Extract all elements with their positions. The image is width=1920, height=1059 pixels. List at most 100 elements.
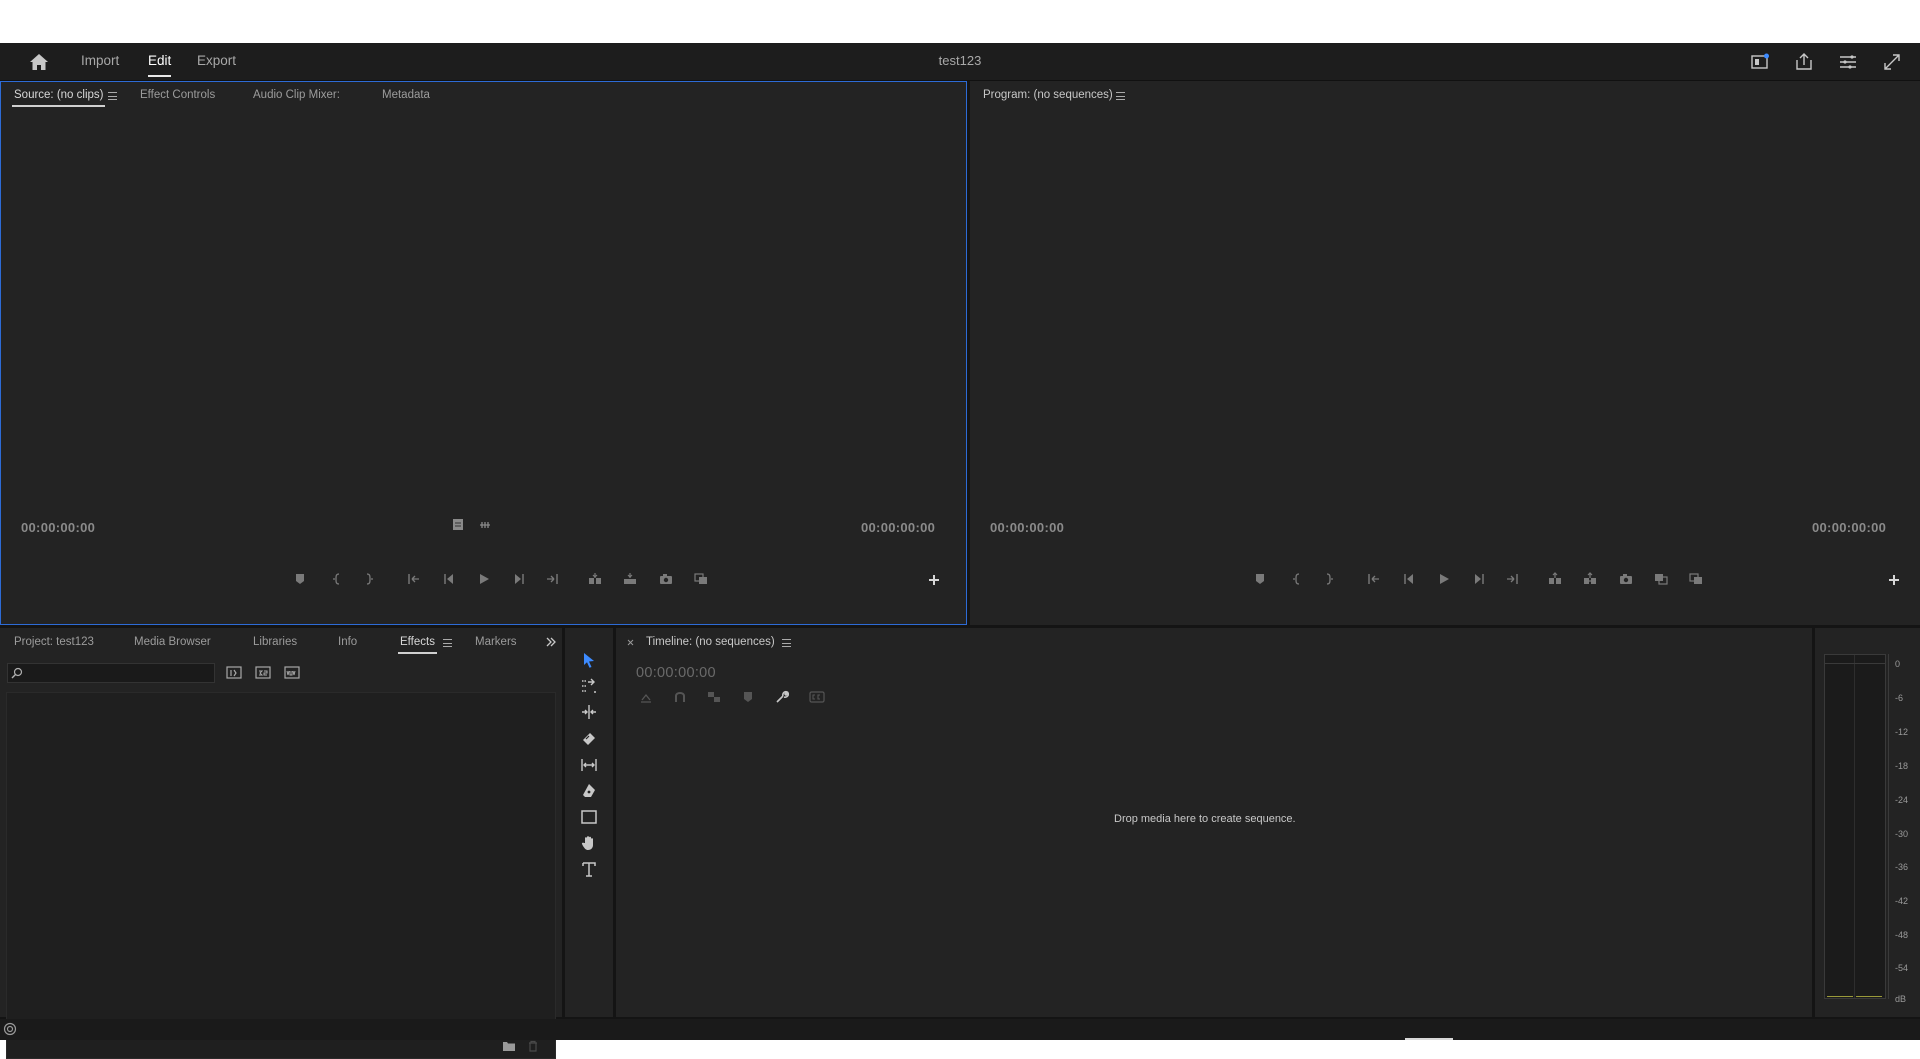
tab-import[interactable]: Import — [81, 53, 119, 68]
wrench-icon[interactable] — [775, 690, 789, 704]
tab-media-browser[interactable]: Media Browser — [134, 636, 211, 648]
type-tool-icon[interactable] — [580, 860, 598, 878]
tab-audio-clip-mixer[interactable]: Audio Clip Mixer: — [253, 89, 340, 101]
db-tick: 0 — [1895, 659, 1901, 669]
home-icon[interactable] — [28, 52, 50, 72]
db-tick: -36 — [1895, 862, 1909, 872]
db-tick: -6 — [1895, 693, 1904, 703]
audio-meter-panel: 0 -6 -12 -18 -24 -30 -36 -42 -48 -54 dB — [1815, 628, 1920, 1017]
hand-tool-icon[interactable] — [580, 834, 598, 852]
track-select-tool-icon[interactable] — [580, 677, 598, 695]
tab-project[interactable]: Project: test123 — [14, 636, 94, 648]
lift-icon[interactable] — [1548, 572, 1562, 586]
workspaces-icon[interactable] — [1749, 51, 1771, 73]
tab-markers[interactable]: Markers — [475, 636, 517, 648]
drag-video-audio-icon[interactable] — [478, 519, 492, 531]
comparison-view-icon[interactable] — [1654, 572, 1668, 586]
tab-effect-controls[interactable]: Effect Controls — [140, 89, 215, 101]
yuv-effects-icon[interactable] — [284, 665, 300, 679]
tab-source[interactable]: Source: (no clips) — [11, 89, 106, 107]
export-frame-icon[interactable] — [659, 572, 673, 586]
insert-icon[interactable] — [588, 572, 602, 586]
comparison-view-icon[interactable] — [694, 572, 708, 586]
top-bar: Import Edit Export test123 — [0, 43, 1920, 81]
new-bin-icon[interactable] — [502, 1040, 516, 1052]
mark-out-icon[interactable] — [1322, 572, 1336, 586]
more-panels-icon[interactable] — [545, 636, 557, 648]
tab-program[interactable]: Program: (no sequences) — [983, 89, 1113, 101]
play-icon[interactable] — [477, 572, 491, 586]
close-icon[interactable] — [627, 639, 634, 646]
search-icon — [11, 667, 23, 679]
panel-menu-icon[interactable] — [1837, 51, 1859, 73]
source-panel-tabs: Source: (no clips) Effect Controls Audio… — [0, 81, 967, 109]
add-marker-icon[interactable] — [741, 690, 755, 704]
proxy-toggle-icon[interactable] — [1689, 572, 1703, 586]
db-tick: -42 — [1895, 896, 1909, 906]
program-duration-timecode: 00:00:00:00 — [1812, 520, 1887, 535]
snap-icon[interactable] — [673, 690, 687, 704]
selection-tool-icon[interactable] — [580, 651, 598, 669]
step-forward-icon[interactable] — [1472, 572, 1486, 586]
32-bit-effects-icon[interactable] — [255, 665, 271, 679]
rectangle-tool-icon[interactable] — [580, 808, 598, 826]
overwrite-icon[interactable] — [623, 572, 637, 586]
timeline-menu-icon[interactable] — [782, 639, 791, 647]
tab-libraries[interactable]: Libraries — [253, 636, 297, 648]
insert-nest-icon[interactable] — [639, 690, 653, 704]
step-forward-icon[interactable] — [512, 572, 526, 586]
program-playhead-timecode[interactable]: 00:00:00:00 — [990, 520, 1064, 535]
effects-menu-icon[interactable] — [443, 639, 452, 647]
db-tick: -30 — [1895, 829, 1909, 839]
play-icon[interactable] — [1437, 572, 1451, 586]
ripple-edit-tool-icon[interactable] — [580, 703, 598, 721]
fullscreen-icon[interactable] — [1881, 51, 1903, 73]
db-tick: -24 — [1895, 795, 1909, 805]
program-menu-icon[interactable] — [1116, 92, 1125, 100]
razor-tool-icon[interactable] — [580, 730, 598, 748]
project-title: test123 — [938, 53, 982, 68]
button-editor-plus-icon[interactable] — [927, 573, 941, 587]
tab-info[interactable]: Info — [338, 636, 357, 648]
captions-icon[interactable] — [809, 690, 825, 704]
pen-tool-icon[interactable] — [580, 782, 598, 800]
effects-list[interactable] — [6, 692, 556, 1059]
timeline-timecode[interactable]: 00:00:00:00 — [636, 665, 716, 681]
accelerated-effects-icon[interactable] — [226, 665, 242, 679]
tab-timeline[interactable]: Timeline: (no sequences) — [646, 636, 775, 648]
go-to-out-icon[interactable] — [1505, 572, 1519, 586]
step-back-icon[interactable] — [442, 572, 456, 586]
trash-icon[interactable] — [527, 1040, 539, 1052]
tab-metadata[interactable]: Metadata — [382, 89, 430, 101]
project-panel: Project: test123 Media Browser Libraries… — [0, 628, 562, 1059]
timeline-panel: Timeline: (no sequences) 00:00:00:00 Dro… — [616, 628, 1812, 1017]
source-playhead-timecode[interactable]: 00:00:00:00 — [21, 520, 95, 535]
mark-in-icon[interactable] — [330, 572, 344, 586]
go-to-in-icon[interactable] — [1367, 572, 1381, 586]
step-back-icon[interactable] — [1402, 572, 1416, 586]
button-editor-plus-icon[interactable] — [1887, 573, 1901, 587]
db-tick: -48 — [1895, 930, 1909, 940]
export-frame-icon[interactable] — [1619, 572, 1633, 586]
add-marker-icon[interactable] — [1253, 572, 1267, 586]
source-menu-icon[interactable] — [108, 92, 117, 100]
mark-out-icon[interactable] — [362, 572, 376, 586]
linked-selection-icon[interactable] — [707, 690, 721, 704]
mark-in-icon[interactable] — [1290, 572, 1304, 586]
program-panel-tabs: Program: (no sequences) — [970, 81, 1920, 109]
tab-export[interactable]: Export — [197, 53, 236, 68]
effects-search-input[interactable] — [7, 663, 215, 683]
share-icon[interactable] — [1793, 51, 1815, 73]
tab-edit[interactable]: Edit — [148, 53, 172, 77]
go-to-out-icon[interactable] — [545, 572, 559, 586]
slip-tool-icon[interactable] — [580, 756, 598, 774]
premiere-app: Import Edit Export test123 Source: (no c… — [0, 43, 1920, 1059]
tab-effects[interactable]: Effects — [398, 636, 437, 654]
fit-select-icon[interactable] — [452, 518, 465, 531]
background-tasks-icon[interactable] — [3, 1022, 17, 1036]
go-to-in-icon[interactable] — [407, 572, 421, 586]
add-marker-icon[interactable] — [293, 572, 307, 586]
source-monitor-panel: Source: (no clips) Effect Controls Audio… — [0, 81, 967, 625]
db-tick: -54 — [1895, 963, 1909, 973]
extract-icon[interactable] — [1583, 572, 1597, 586]
